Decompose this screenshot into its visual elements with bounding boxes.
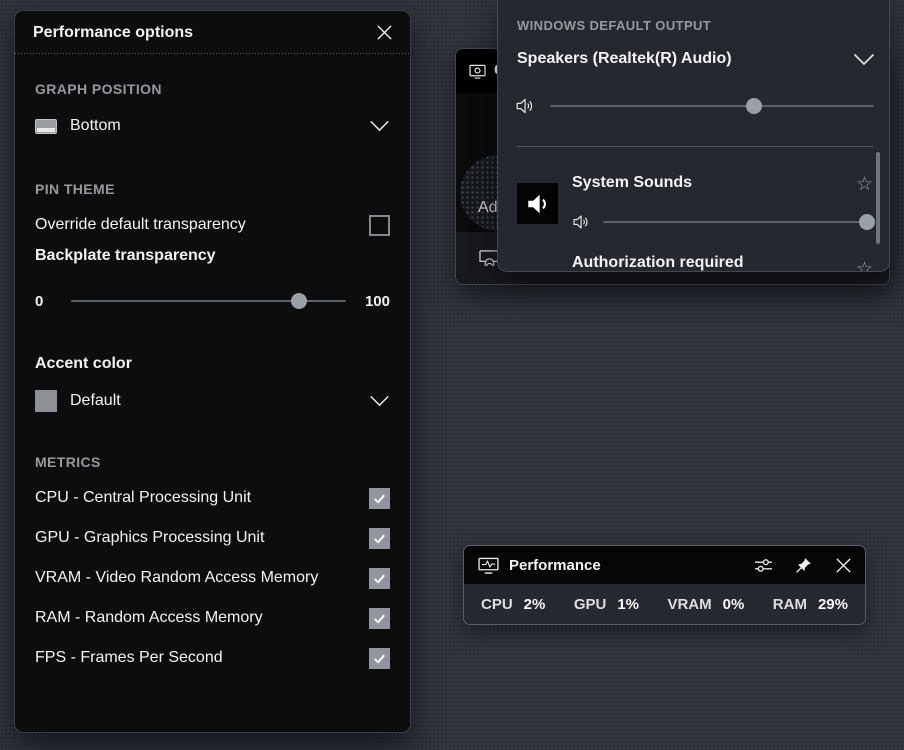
windows-default-output-label: WINDOWS DEFAULT OUTPUT bbox=[517, 18, 711, 33]
capture-screen-icon bbox=[469, 64, 486, 79]
performance-widget-titlebar: Performance bbox=[464, 546, 865, 584]
metric-row-vram: VRAM - Video Random Access Memory bbox=[35, 566, 390, 590]
stat-label: GPU bbox=[574, 596, 607, 613]
close-icon[interactable] bbox=[375, 23, 394, 42]
stat-cpu: CPU 2% bbox=[481, 596, 545, 613]
desktop-background: C Add WINDOWS DEFAULT OUTPUT Speakers (R… bbox=[0, 0, 904, 750]
metric-row-cpu: CPU - Central Processing Unit bbox=[35, 486, 390, 510]
stat-label: CPU bbox=[481, 596, 513, 613]
pin-icon[interactable] bbox=[795, 557, 812, 574]
speaker-icon bbox=[515, 97, 536, 115]
stat-gpu: GPU 1% bbox=[574, 596, 639, 613]
metric-label: CPU - Central Processing Unit bbox=[35, 489, 369, 507]
favorite-star-icon[interactable]: ☆ bbox=[856, 260, 873, 272]
system-sounds-tile bbox=[517, 183, 558, 224]
metric-label: FPS - Frames Per Second bbox=[35, 649, 369, 667]
performance-stats-row: CPU 2% GPU 1% VRAM 0% RAM 29% bbox=[464, 584, 865, 624]
graph-position-select[interactable]: Bottom bbox=[35, 113, 390, 139]
audio-panel: WINDOWS DEFAULT OUTPUT Speakers (Realtek… bbox=[497, 0, 890, 272]
speaker-icon bbox=[572, 214, 591, 230]
backplate-transparency-slider[interactable] bbox=[71, 293, 346, 309]
performance-options-header: Performance options bbox=[15, 11, 410, 54]
close-icon[interactable] bbox=[834, 556, 853, 575]
stat-value: 1% bbox=[617, 596, 639, 613]
metric-checkbox-ram[interactable] bbox=[369, 608, 390, 629]
widget-settings-icon[interactable] bbox=[754, 557, 773, 574]
accent-color-value: Default bbox=[70, 392, 369, 410]
panel-title: Performance options bbox=[33, 24, 193, 42]
stat-ram: RAM 29% bbox=[773, 596, 848, 613]
stat-value: 29% bbox=[818, 596, 848, 613]
metric-label: VRAM - Video Random Access Memory bbox=[35, 569, 369, 587]
slider-max-label: 100 bbox=[360, 293, 390, 310]
chevron-down-icon bbox=[369, 120, 390, 132]
override-transparency-checkbox[interactable] bbox=[369, 215, 390, 236]
output-device-select[interactable]: Speakers (Realtek(R) Audio) bbox=[517, 47, 875, 71]
override-transparency-row: Override default transparency bbox=[35, 213, 390, 237]
stat-label: VRAM bbox=[667, 596, 711, 613]
authorization-required-title: Authorization required bbox=[572, 254, 744, 272]
metric-checkbox-gpu[interactable] bbox=[369, 528, 390, 549]
performance-widget: Performance CPU 2% GPU 1% bbox=[463, 545, 866, 625]
monitor-pulse-icon bbox=[478, 557, 499, 574]
speaker-filled-icon bbox=[525, 192, 551, 216]
bottom-position-icon bbox=[35, 119, 57, 134]
master-volume-slider[interactable] bbox=[550, 98, 874, 114]
system-sounds-title: System Sounds bbox=[572, 174, 692, 192]
performance-options-panel: Performance options GRAPH POSITION Botto… bbox=[14, 10, 411, 733]
output-device-name: Speakers (Realtek(R) Audio) bbox=[517, 50, 732, 68]
metric-label: RAM - Random Access Memory bbox=[35, 609, 369, 627]
favorite-star-icon[interactable]: ☆ bbox=[856, 175, 873, 194]
stat-label: RAM bbox=[773, 596, 807, 613]
scrollbar[interactable] bbox=[876, 152, 880, 244]
chevron-down-icon bbox=[853, 53, 875, 66]
backplate-transparency-slider-row: 0 100 bbox=[35, 291, 390, 311]
master-volume-row bbox=[515, 96, 874, 116]
graph-position-label: GRAPH POSITION bbox=[35, 81, 390, 97]
master-volume-thumb[interactable] bbox=[746, 98, 762, 114]
system-sounds-volume-slider[interactable] bbox=[603, 214, 867, 230]
accent-color-label: Accent color bbox=[35, 355, 390, 373]
metric-checkbox-fps[interactable] bbox=[369, 648, 390, 669]
metric-row-ram: RAM - Random Access Memory bbox=[35, 606, 390, 630]
accent-color-select[interactable]: Default bbox=[35, 389, 390, 413]
metric-checkbox-vram[interactable] bbox=[369, 568, 390, 589]
backplate-transparency-label: Backplate transparency bbox=[35, 247, 390, 265]
override-transparency-label: Override default transparency bbox=[35, 216, 369, 234]
chevron-down-icon bbox=[369, 395, 390, 407]
pin-theme-label: PIN THEME bbox=[35, 181, 390, 197]
slider-min-label: 0 bbox=[35, 293, 57, 310]
metrics-label: METRICS bbox=[35, 454, 390, 470]
metric-row-fps: FPS - Frames Per Second bbox=[35, 646, 390, 670]
backplate-transparency-thumb[interactable] bbox=[291, 293, 307, 309]
stat-value: 2% bbox=[524, 596, 546, 613]
metric-checkbox-cpu[interactable] bbox=[369, 488, 390, 509]
metric-row-gpu: GPU - Graphics Processing Unit bbox=[35, 526, 390, 550]
divider bbox=[517, 146, 873, 147]
stat-value: 0% bbox=[723, 596, 745, 613]
metric-label: GPU - Graphics Processing Unit bbox=[35, 529, 369, 547]
system-sounds-volume-thumb[interactable] bbox=[859, 214, 875, 230]
graph-position-value: Bottom bbox=[70, 117, 369, 135]
accent-color-swatch bbox=[35, 390, 57, 412]
stat-vram: VRAM 0% bbox=[667, 596, 744, 613]
performance-widget-title: Performance bbox=[509, 557, 744, 574]
system-sounds-volume-row bbox=[572, 212, 867, 232]
